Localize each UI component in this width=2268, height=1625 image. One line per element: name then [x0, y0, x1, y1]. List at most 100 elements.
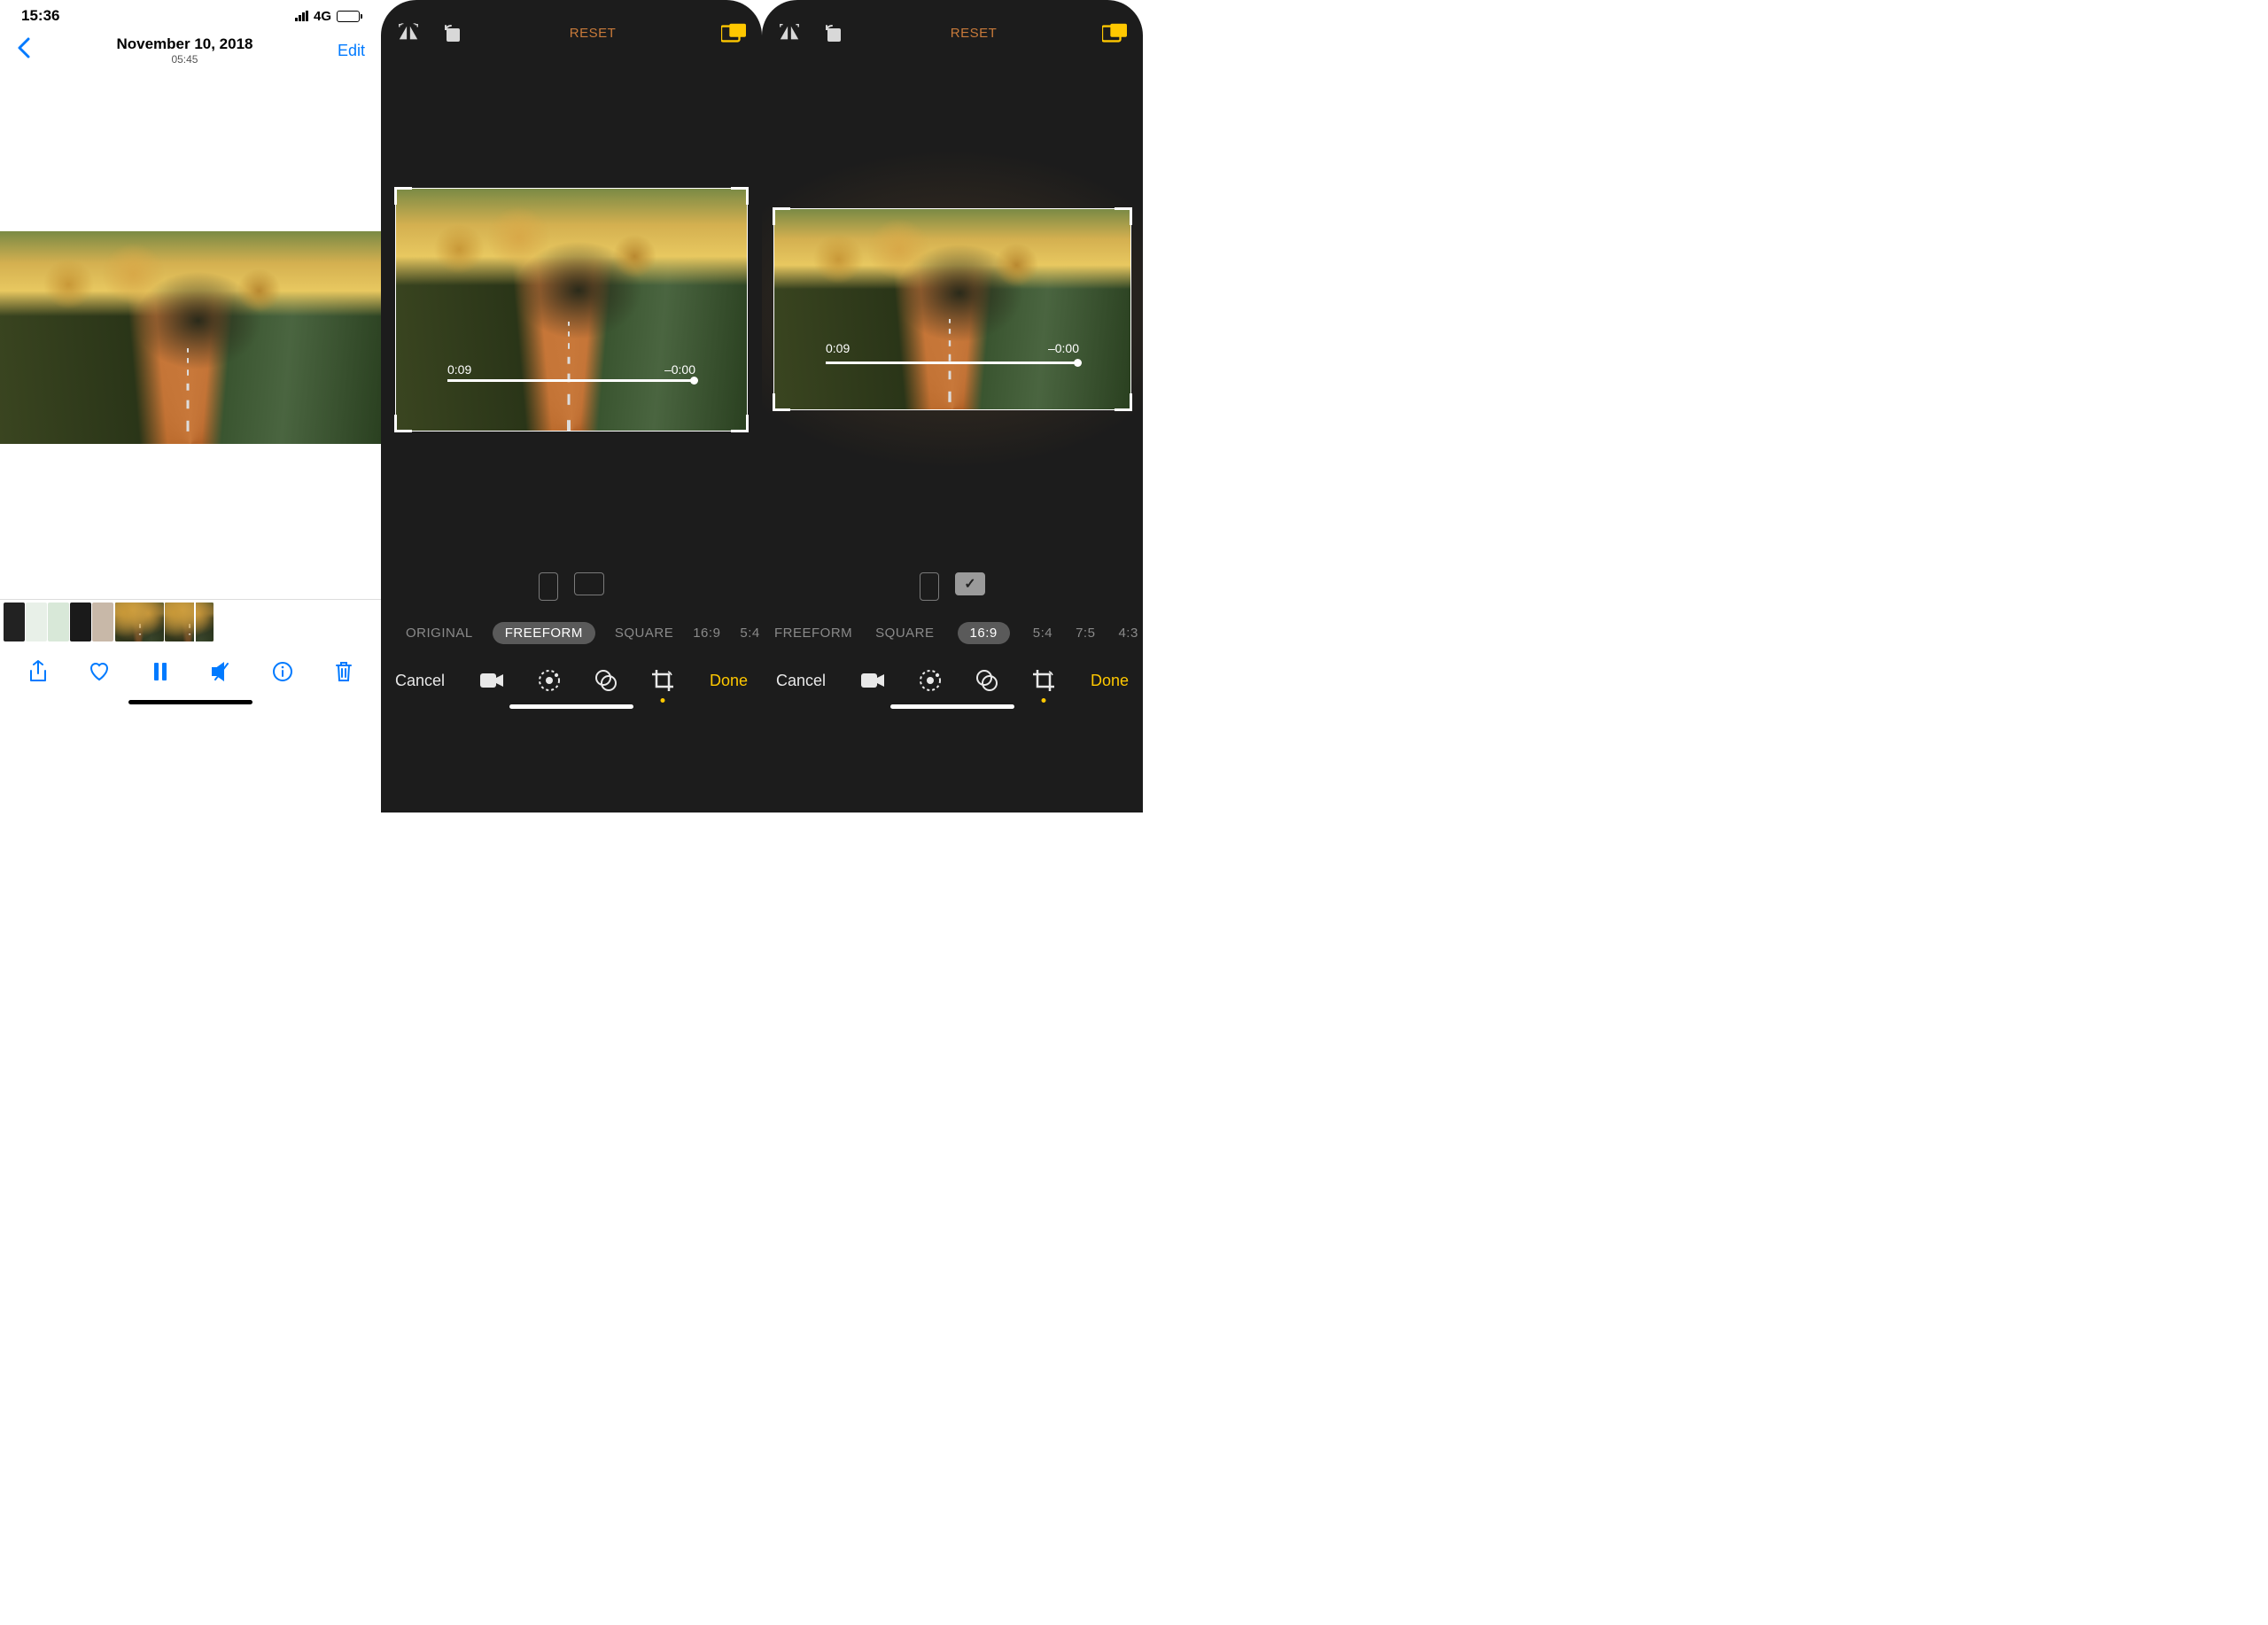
- cancel-button[interactable]: Cancel: [776, 672, 826, 690]
- aspect-4-3[interactable]: 4:3: [1118, 626, 1138, 641]
- thumbnail-active[interactable]: [115, 603, 164, 641]
- time-remaining: –0:00: [1048, 341, 1079, 355]
- aspect-square[interactable]: SQUARE: [875, 626, 934, 641]
- active-tool-indicator: [1041, 698, 1045, 703]
- thumbnail[interactable]: [26, 603, 47, 641]
- home-indicator[interactable]: [128, 700, 252, 704]
- orientation-portrait[interactable]: [920, 572, 939, 601]
- photo-time: 05:45: [116, 53, 252, 66]
- thumbnail-strip[interactable]: [0, 599, 381, 643]
- video-mode-icon[interactable]: [479, 667, 506, 694]
- crop-frame[interactable]: 0:09 –0:00: [395, 188, 748, 432]
- crop-handle-tl[interactable]: [394, 187, 412, 205]
- home-indicator[interactable]: [890, 704, 1014, 709]
- aspect-ratio-row[interactable]: FREEFORM SQUARE 16:9 5:4 7:5 4:3 5:3: [762, 617, 1143, 657]
- thumbnail-current[interactable]: [115, 603, 214, 641]
- thumbnail-group[interactable]: [4, 603, 113, 641]
- check-icon: ✓: [964, 575, 975, 593]
- crop-image: [774, 209, 1130, 409]
- aspect-7-5[interactable]: 7:5: [1076, 626, 1095, 641]
- video-time-labels: 0:09 –0:00: [396, 362, 747, 377]
- filters-icon[interactable]: [593, 667, 619, 694]
- time-remaining: –0:00: [664, 362, 695, 377]
- edit-top-bar: RESET: [762, 0, 1143, 57]
- aspect-freeform[interactable]: FREEFORM: [774, 626, 852, 641]
- filters-icon[interactable]: [974, 667, 1000, 694]
- aspect-16-9[interactable]: 16:9: [958, 622, 1010, 644]
- pause-icon[interactable]: [146, 657, 175, 686]
- orientation-selector: ✓: [762, 562, 1143, 617]
- adjust-icon[interactable]: [917, 667, 944, 694]
- orientation-landscape[interactable]: ✓: [955, 572, 985, 595]
- video-progress-bar[interactable]: [826, 362, 1079, 364]
- cancel-button[interactable]: Cancel: [395, 672, 445, 690]
- adjust-icon[interactable]: [536, 667, 563, 694]
- crop-icon[interactable]: [1030, 667, 1057, 694]
- photos-view-screen: 15:36 4G November 10, 2018 05:45 Edit: [0, 0, 381, 812]
- flip-horizontal-icon[interactable]: [397, 21, 420, 44]
- crop-handle-tr[interactable]: [731, 187, 749, 205]
- home-indicator[interactable]: [509, 704, 633, 709]
- video-mode-icon[interactable]: [860, 667, 887, 694]
- aspect-ratio-row[interactable]: ORIGINAL FREEFORM SQUARE 16:9 5:4 7: [381, 617, 762, 657]
- reset-button[interactable]: RESET: [951, 26, 998, 41]
- time-elapsed: 0:09: [447, 362, 471, 377]
- aspect-5-4[interactable]: 5:4: [740, 626, 759, 641]
- aspect-square[interactable]: SQUARE: [615, 626, 673, 641]
- reset-button[interactable]: RESET: [570, 26, 617, 41]
- orientation-landscape[interactable]: [574, 572, 604, 595]
- aspect-ratio-icon[interactable]: [1102, 23, 1127, 43]
- active-tool-indicator: [660, 698, 664, 703]
- crop-image: [396, 189, 747, 431]
- thumbnail[interactable]: [92, 603, 113, 641]
- heart-icon[interactable]: [85, 657, 113, 686]
- done-button[interactable]: Done: [710, 672, 748, 690]
- crop-frame[interactable]: 0:09 –0:00: [773, 208, 1131, 410]
- orientation-portrait[interactable]: [539, 572, 558, 601]
- aspect-freeform[interactable]: FREEFORM: [493, 622, 595, 644]
- video-preview: [0, 231, 381, 444]
- bottom-toolbar: [0, 643, 381, 693]
- thumbnail[interactable]: [48, 603, 69, 641]
- aspect-original[interactable]: ORIGINAL: [406, 626, 473, 641]
- share-icon[interactable]: [24, 657, 52, 686]
- trash-icon[interactable]: [330, 657, 358, 686]
- rotate-icon[interactable]: [441, 21, 464, 44]
- back-button[interactable]: [16, 36, 32, 66]
- status-bar: 15:36 4G: [0, 0, 381, 28]
- photo-date: November 10, 2018: [116, 35, 252, 53]
- rotate-icon[interactable]: [822, 21, 845, 44]
- flip-horizontal-icon[interactable]: [778, 21, 801, 44]
- playhead-indicator[interactable]: [194, 603, 196, 641]
- edit-top-bar: RESET: [381, 0, 762, 57]
- crop-handle-br[interactable]: [1115, 393, 1132, 411]
- mute-icon[interactable]: [207, 657, 236, 686]
- crop-edit-screen-freeform: RESET 0:09 –0:00 ORIGINAL FREEFORM SQUAR…: [381, 0, 762, 812]
- edit-tool-row: [479, 667, 676, 694]
- edit-button[interactable]: Edit: [338, 42, 365, 60]
- done-button[interactable]: Done: [1091, 672, 1129, 690]
- crop-handle-bl[interactable]: [773, 393, 790, 411]
- crop-handle-br[interactable]: [731, 415, 749, 432]
- photo-viewer[interactable]: [0, 76, 381, 599]
- aspect-5-4[interactable]: 5:4: [1033, 626, 1052, 641]
- aspect-ratio-icon[interactable]: [721, 23, 746, 43]
- aspect-16-9[interactable]: 16:9: [693, 626, 720, 641]
- progress-thumb[interactable]: [1074, 359, 1082, 367]
- edit-bottom-bar: Cancel Done: [762, 657, 1143, 697]
- thumbnail-active[interactable]: [165, 603, 214, 641]
- thumbnail[interactable]: [70, 603, 91, 641]
- crop-icon[interactable]: [649, 667, 676, 694]
- crop-canvas[interactable]: 0:09 –0:00: [762, 57, 1143, 562]
- video-progress-bar[interactable]: [447, 379, 695, 382]
- video-time-labels: 0:09 –0:00: [774, 341, 1130, 355]
- status-right: 4G: [295, 9, 360, 24]
- crop-handle-bl[interactable]: [394, 415, 412, 432]
- crop-edit-screen-16-9: RESET 0:09 –0:00 ✓ FREEFORM SQUARE 16:9 …: [762, 0, 1143, 812]
- crop-canvas[interactable]: 0:09 –0:00: [381, 57, 762, 562]
- crop-handle-tr[interactable]: [1115, 207, 1132, 225]
- network-type: 4G: [314, 9, 331, 24]
- info-icon[interactable]: [268, 657, 297, 686]
- thumbnail[interactable]: [4, 603, 25, 641]
- crop-handle-tl[interactable]: [773, 207, 790, 225]
